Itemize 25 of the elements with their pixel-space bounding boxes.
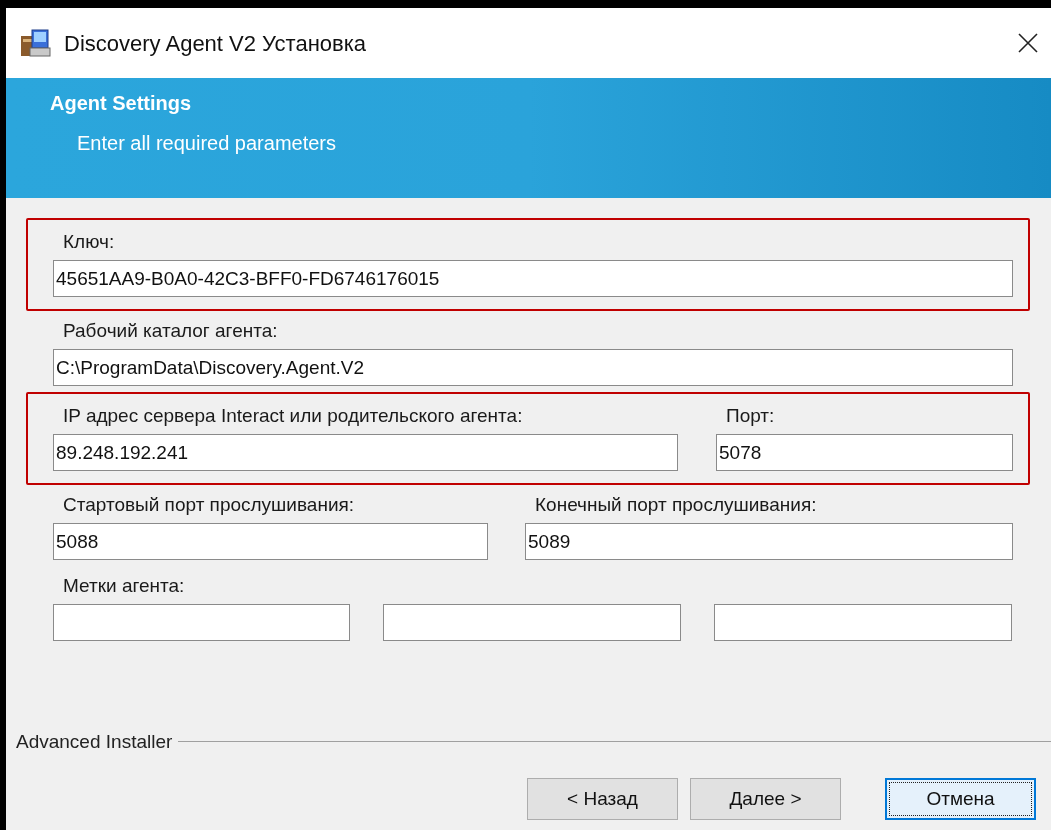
input-field[interactable] — [383, 604, 681, 641]
field-label: Рабочий каталог агента: — [62, 319, 279, 343]
window-title: Discovery Agent V2 Установка — [64, 29, 368, 58]
input-field[interactable]: 5089 — [525, 523, 1013, 560]
field-label: Порт: — [725, 404, 776, 428]
field-label: Стартовый порт прослушивания: — [62, 493, 356, 517]
dialog-button[interactable]: < Назад — [527, 778, 678, 820]
field-label: Метки агента: — [62, 574, 186, 598]
brand-label: Advanced Installer — [16, 729, 173, 754]
input-field[interactable] — [714, 604, 1012, 641]
installer-icon — [18, 26, 52, 60]
page-title: Agent Settings — [50, 91, 193, 116]
page-subtitle: Enter all required parameters — [76, 131, 337, 156]
dialog-button[interactable]: Отмена — [885, 778, 1036, 820]
close-icon[interactable] — [1017, 32, 1039, 54]
field-label: Ключ: — [62, 230, 116, 254]
input-field[interactable] — [53, 604, 350, 641]
input-field[interactable]: 89.248.192.241 — [53, 434, 678, 471]
input-field[interactable]: 5088 — [53, 523, 488, 560]
field-label: Конечный порт прослушивания: — [534, 493, 818, 517]
dialog-button[interactable]: Далее > — [690, 778, 841, 820]
input-field[interactable]: 45651AA9-B0A0-42C3-BFF0-FD6746176015 — [53, 260, 1013, 297]
input-field[interactable]: C:\ProgramData\Discovery.Agent.V2 — [53, 349, 1013, 386]
input-field[interactable]: 5078 — [716, 434, 1013, 471]
field-label: IP адрес сервера Interact или родительского агента: — [62, 404, 524, 428]
